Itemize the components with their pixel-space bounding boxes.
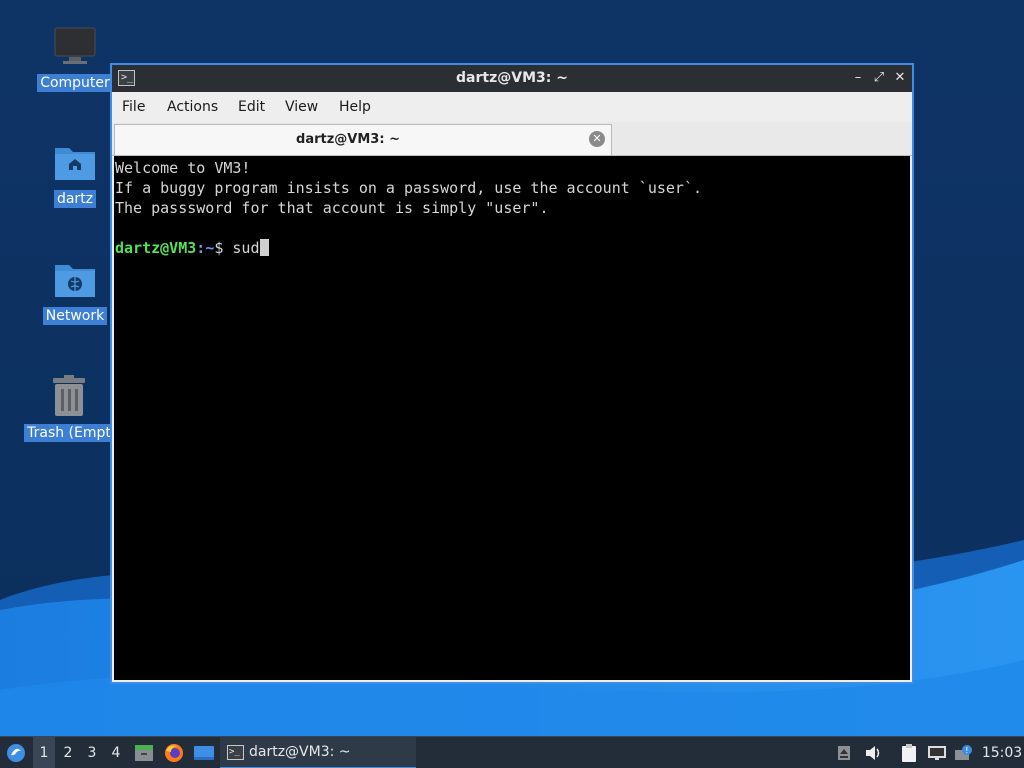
terminal-prompt-line[interactable]: dartz@VM3:~$ sud [115, 238, 910, 258]
workspace-2[interactable]: 2 [57, 737, 79, 768]
menu-view[interactable]: View [285, 99, 318, 115]
show-desktop-icon[interactable] [191, 737, 217, 768]
desktop-icon-label: Network [42, 307, 108, 325]
clock[interactable]: 15:03 [980, 737, 1024, 768]
file-manager-icon[interactable] [132, 737, 156, 768]
menu-file[interactable]: File [122, 99, 145, 115]
terminal-window[interactable]: >_ dartz@VM3: ~ – ⤢ ✕ File Actions Edit … [110, 63, 914, 684]
text-cursor [259, 239, 269, 256]
close-button[interactable]: ✕ [892, 69, 908, 87]
network-icon[interactable] [926, 737, 948, 768]
workspace-3[interactable]: 3 [81, 737, 103, 768]
menu-help[interactable]: Help [339, 99, 371, 115]
menu-bar: File Actions Edit View Help [112, 92, 912, 122]
taskbar-task-terminal[interactable]: >_ dartz@VM3: ~ [220, 737, 416, 768]
taskbar: 1 2 3 4 >_ dartz@VM3: ~ ! 15:03 [0, 736, 1024, 768]
desktop-icon-label: Computer [37, 74, 113, 92]
svg-text:!: ! [965, 746, 968, 755]
prompt-symbol: $ [214, 239, 233, 257]
trash-icon [45, 372, 93, 420]
menu-edit[interactable]: Edit [238, 99, 265, 115]
tab-close-icon[interactable]: ✕ [589, 131, 605, 147]
prompt-user: dartz@VM3 [115, 239, 197, 257]
tab-bar: dartz@VM3: ~ ✕ [112, 122, 912, 156]
window-title: dartz@VM3: ~ [456, 70, 568, 86]
terminal-line: Welcome to VM3! [115, 159, 251, 177]
tab-label: dartz@VM3: ~ [296, 132, 400, 147]
home-folder-icon [51, 138, 99, 186]
clipboard-icon[interactable] [898, 737, 920, 768]
prompt-path: ~ [205, 239, 215, 257]
command-input[interactable]: sud [232, 239, 259, 257]
computer-icon [51, 22, 99, 70]
task-label: dartz@VM3: ~ [249, 744, 351, 760]
firefox-icon[interactable] [162, 737, 186, 768]
eject-icon[interactable] [834, 737, 854, 768]
workspace-1[interactable]: 1 [33, 737, 55, 768]
volume-icon[interactable] [862, 737, 884, 768]
desktop-icon-trash[interactable]: Trash (Empt [19, 372, 119, 442]
terminal-line: The passsword for that account is simply… [115, 199, 549, 217]
terminal-line: If a buggy program insists on a password… [115, 179, 702, 197]
minimize-button[interactable]: – [850, 69, 866, 87]
start-menu-icon[interactable] [2, 737, 30, 768]
updates-icon[interactable]: ! [953, 737, 975, 768]
network-folder-icon [51, 255, 99, 303]
desktop-icon-label: dartz [53, 190, 97, 208]
menu-actions[interactable]: Actions [167, 99, 218, 115]
maximize-button[interactable]: ⤢ [871, 69, 887, 87]
desktop-icon-label: Trash (Empt [24, 424, 114, 442]
terminal-output[interactable]: Welcome to VM3! If a buggy program insis… [114, 156, 910, 680]
window-titlebar[interactable]: >_ dartz@VM3: ~ – ⤢ ✕ [112, 65, 912, 92]
terminal-task-icon: >_ [227, 744, 244, 760]
prompt-separator: : [196, 239, 206, 257]
terminal-tab[interactable]: dartz@VM3: ~ ✕ [114, 124, 612, 155]
workspace-4[interactable]: 4 [105, 737, 127, 768]
